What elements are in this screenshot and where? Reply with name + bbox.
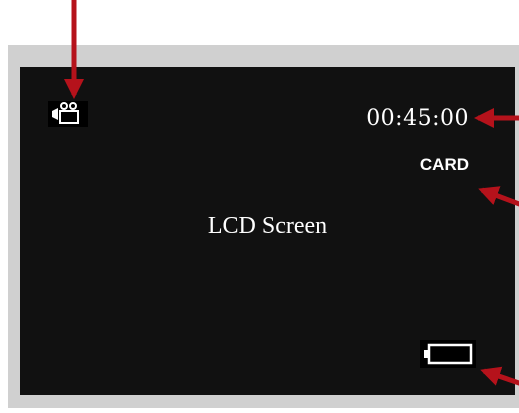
recording-time-display: 00:45:00 — [366, 106, 469, 131]
video-camera-icon — [48, 101, 88, 127]
storage-media-indicator: CARD — [419, 155, 469, 174]
lcd-screen-label: LCD Screen — [207, 213, 328, 239]
battery-icon — [420, 340, 476, 368]
